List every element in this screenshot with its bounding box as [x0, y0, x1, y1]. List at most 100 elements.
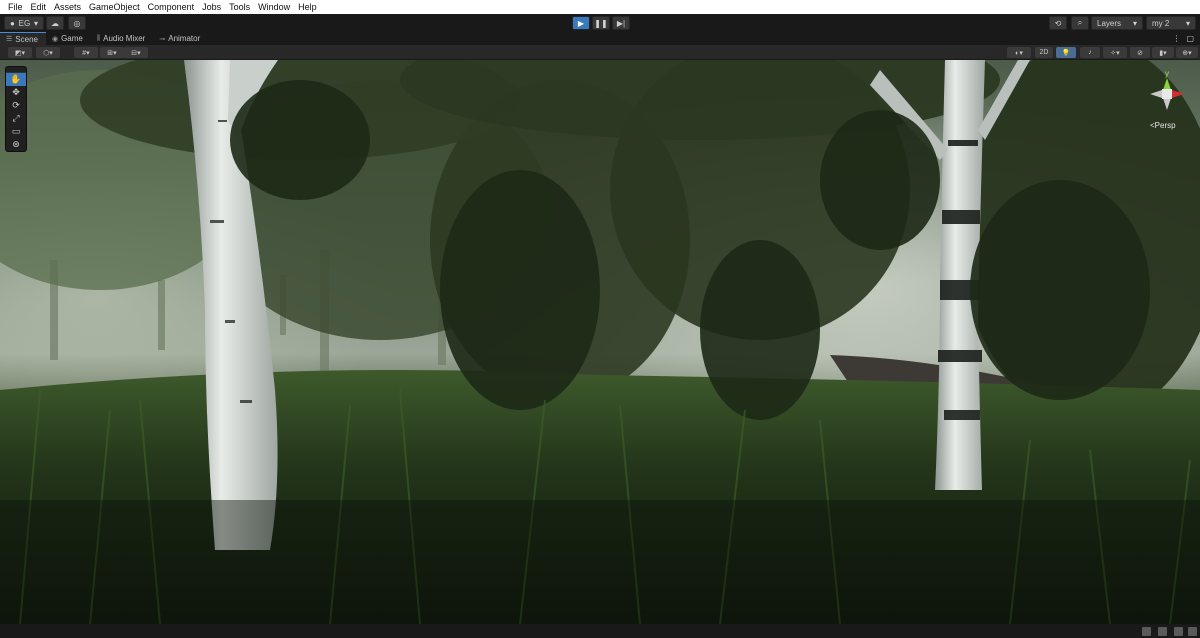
mixer-icon: ⫼: [96, 34, 101, 42]
tab-audio-mixer[interactable]: ⫼ Audio Mixer: [91, 32, 153, 45]
tab-game-label: Game: [61, 34, 83, 43]
increment-dropdown[interactable]: ⊟▾: [124, 47, 148, 58]
menu-window[interactable]: Window: [254, 0, 294, 14]
status-icon-1[interactable]: [1142, 627, 1151, 636]
menu-help[interactable]: Help: [294, 0, 321, 14]
visibility-toggle[interactable]: ⊘: [1130, 47, 1150, 58]
move-tool[interactable]: ✥: [6, 86, 26, 99]
view-tool[interactable]: ✋: [6, 73, 26, 86]
grid-dropdown[interactable]: #▾: [74, 47, 98, 58]
sphere-icon: ◐▾: [1015, 49, 1023, 57]
status-icon-2[interactable]: [1158, 627, 1167, 636]
cloud-button[interactable]: ☁: [46, 16, 64, 30]
transform-tool[interactable]: ⊛: [6, 138, 26, 151]
cloud-icon: ☁: [51, 18, 59, 28]
account-dropdown[interactable]: ● EG ▾: [4, 16, 44, 30]
lightbulb-icon: 💡: [1061, 49, 1071, 57]
gamepad-icon: ◉: [51, 35, 59, 43]
audio-icon: ♪: [1088, 49, 1092, 56]
tab-animator-label: Animator: [168, 34, 201, 43]
history-icon: ⟲: [1054, 18, 1062, 28]
projection-text: Persp: [1154, 121, 1176, 130]
step-icon: ▶|: [616, 18, 626, 28]
rotate-icon: ⟳: [12, 100, 20, 110]
2d-toggle[interactable]: 2D: [1035, 47, 1053, 58]
status-icon-4[interactable]: [1188, 627, 1197, 636]
layout-label: my 2: [1152, 18, 1170, 28]
gizmo-y-label: y: [1165, 69, 1169, 78]
ruler-icon: ⊟▾: [131, 49, 141, 57]
status-bar: [0, 624, 1200, 638]
collab-icon: ◎: [73, 18, 81, 28]
account-label: EG: [18, 18, 31, 28]
step-button[interactable]: ▶|: [612, 16, 630, 30]
orientation-gizmo[interactable]: y: [1144, 68, 1190, 118]
pause-button[interactable]: ❚❚: [592, 16, 610, 30]
search-button[interactable]: ⌕: [1071, 16, 1089, 30]
move-icon: ✥: [12, 87, 20, 97]
layers-label: Layers: [1097, 18, 1122, 28]
effects-icon: ✧▾: [1110, 49, 1120, 57]
menu-file[interactable]: File: [4, 0, 27, 14]
chevron-down-icon: ▾: [1132, 18, 1137, 28]
snap-dropdown[interactable]: ⊞▾: [100, 47, 124, 58]
menu-component[interactable]: Component: [144, 0, 199, 14]
globe-icon: ⊕▾: [1182, 49, 1192, 57]
menu-gameobject[interactable]: GameObject: [85, 0, 144, 14]
tab-audio-mixer-label: Audio Mixer: [103, 34, 146, 43]
rotate-tool[interactable]: ⟳: [6, 99, 26, 112]
menu-bar: File Edit Assets GameObject Component Jo…: [0, 0, 1200, 14]
tab-scene-label: Scene: [15, 34, 38, 44]
scale-icon: ⤢: [12, 113, 20, 123]
snap-icon: ⊞▾: [107, 49, 117, 57]
tab-animator[interactable]: ⊸ Animator: [153, 32, 208, 45]
transform-icon: ⊛: [12, 139, 20, 149]
search-icon: ⌕: [1077, 18, 1083, 27]
tab-scene[interactable]: ☰ Scene: [0, 32, 46, 45]
account-icon: ●: [10, 18, 15, 28]
menu-icon: ☰: [6, 36, 13, 43]
effects-dropdown[interactable]: ✧▾: [1103, 47, 1127, 58]
shading-icon: ◩▾: [14, 49, 26, 57]
lighting-toggle[interactable]: 💡: [1056, 47, 1076, 58]
menu-edit[interactable]: Edit: [27, 0, 51, 14]
animator-icon: ⊸: [159, 35, 166, 43]
2d-label: 2D: [1039, 49, 1049, 56]
play-button[interactable]: ▶: [572, 16, 590, 30]
maximize-icon[interactable]: ▢: [1186, 34, 1194, 43]
camera-icon: ▮▾: [1159, 49, 1167, 57]
gizmos-dropdown[interactable]: ⊕▾: [1176, 47, 1198, 58]
chevron-down-icon: ▾: [1185, 18, 1190, 28]
scale-tool[interactable]: ⤢: [6, 112, 26, 125]
draw-mode-dropdown[interactable]: ◩▾: [8, 47, 32, 58]
layout-dropdown[interactable]: my 2 ▾: [1146, 16, 1196, 30]
scene-viewport[interactable]: [0, 60, 1200, 624]
menu-tools[interactable]: Tools: [225, 0, 254, 14]
scene-render: [0, 60, 1200, 624]
shading-mode-dropdown[interactable]: ◐▾: [1007, 47, 1031, 58]
more-icon[interactable]: ⋮: [1172, 34, 1180, 43]
tab-game[interactable]: ◉ Game: [46, 32, 91, 45]
cube-icon: ⬡▾: [43, 49, 53, 57]
tab-strip: ☰ Scene ◉ Game ⫼ Audio Mixer ⊸ Animator …: [0, 32, 1200, 45]
menu-jobs[interactable]: Jobs: [198, 0, 225, 14]
history-button[interactable]: ⟲: [1049, 16, 1067, 30]
play-icon: ▶: [577, 18, 585, 28]
render-mode-dropdown[interactable]: ⬡▾: [36, 47, 60, 58]
layers-dropdown[interactable]: Layers ▾: [1091, 16, 1143, 30]
tools-palette: ✋ ✥ ⟳ ⤢ ▭ ⊛: [5, 66, 27, 152]
eye-off-icon: ⊘: [1137, 49, 1143, 57]
rect-tool[interactable]: ▭: [6, 125, 26, 138]
menu-assets[interactable]: Assets: [50, 0, 85, 14]
projection-label[interactable]: <Persp: [1150, 121, 1176, 130]
chevron-down-icon: ▾: [33, 18, 38, 28]
pause-icon: ❚❚: [594, 18, 608, 28]
status-icon-3[interactable]: [1174, 627, 1183, 636]
scene-toolbar: ◩▾ ⬡▾ #▾ ⊞▾ ⊟▾ ◐▾ 2D 💡 ♪ ✧▾ ⊘ ▮▾ ⊕▾: [0, 45, 1200, 60]
collab-button[interactable]: ◎: [68, 16, 86, 30]
audio-toggle[interactable]: ♪: [1080, 47, 1100, 58]
main-toolbar: ● EG ▾ ☁ ◎ ▶ ❚❚ ▶| ⟲ ⌕ Layers ▾ my 2 ▾: [0, 14, 1200, 32]
camera-dropdown[interactable]: ▮▾: [1152, 47, 1174, 58]
hand-icon: ✋: [10, 74, 22, 84]
grid-icon: #▾: [82, 49, 90, 57]
